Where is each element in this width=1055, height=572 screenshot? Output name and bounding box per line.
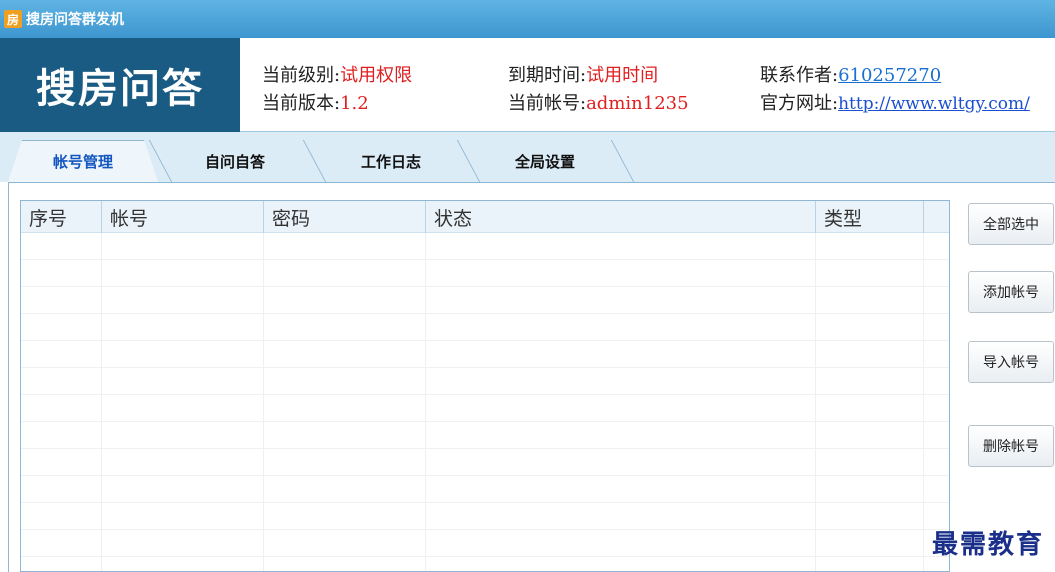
tab-global-settings[interactable]: 全局设置 <box>470 140 620 182</box>
site-label: 官方网址: <box>760 93 839 114</box>
contact-label: 联系作者: <box>760 65 839 86</box>
expire-value: 试用时间 <box>586 65 659 86</box>
level-label: 当前级别: <box>262 65 341 86</box>
site-link[interactable]: http://www.wltgy.com/ <box>838 94 1030 114</box>
contact-site-info: 联系作者:610257270 官方网址:http://www.wltgy.com… <box>760 62 1030 118</box>
watermark: 最需教育 <box>932 530 1045 560</box>
table-row[interactable] <box>21 341 949 368</box>
window-title: 搜房问答群发机 <box>26 12 124 28</box>
column-header-account[interactable]: 帐号 <box>101 201 263 233</box>
level-value: 试用权限 <box>340 65 413 86</box>
title-bar: 房 搜房问答群发机 <box>0 0 1055 38</box>
table-header: 序号 帐号 密码 状态 类型 <box>21 201 949 233</box>
table-row[interactable] <box>21 395 949 422</box>
column-header-spacer <box>923 201 949 233</box>
tab-self-qa[interactable]: 自问自答 <box>160 140 310 182</box>
version-label: 当前版本: <box>262 93 341 114</box>
select-all-button[interactable]: 全部选中 <box>968 203 1054 245</box>
contact-value[interactable]: 610257270 <box>838 65 941 86</box>
table-row[interactable] <box>21 449 949 476</box>
version-value: 1.2 <box>340 93 369 114</box>
account-value: admin1235 <box>586 93 689 114</box>
expire-account-info: 到期时间:试用时间 当前帐号:admin1235 <box>508 62 689 118</box>
table-row[interactable] <box>21 530 949 557</box>
table-row[interactable] <box>21 557 949 571</box>
table-row[interactable] <box>21 503 949 530</box>
brand-logo: 搜房问答 <box>0 38 240 132</box>
expire-label: 到期时间: <box>508 65 587 86</box>
account-label: 当前帐号: <box>508 93 587 114</box>
column-header-password[interactable]: 密码 <box>263 201 425 233</box>
table-row[interactable] <box>21 260 949 287</box>
tab-strip: 帐号管理 自问自答 工作日志 全局设置 <box>0 132 1055 182</box>
table-row[interactable] <box>21 476 949 503</box>
app-icon: 房 <box>4 10 22 28</box>
column-header-type[interactable]: 类型 <box>815 201 923 233</box>
tab-account-management[interactable]: 帐号管理 <box>8 140 158 182</box>
level-version-info: 当前级别:试用权限 当前版本:1.2 <box>262 62 412 118</box>
table-row[interactable] <box>21 233 949 260</box>
tab-work-log[interactable]: 工作日志 <box>316 140 466 182</box>
import-account-button[interactable]: 导入帐号 <box>968 341 1054 383</box>
account-table[interactable]: 序号 帐号 密码 状态 类型 <box>20 200 950 572</box>
header: 搜房问答 当前级别:试用权限 当前版本:1.2 到期时间:试用时间 当前帐号:a… <box>0 38 1055 132</box>
column-header-status[interactable]: 状态 <box>425 201 815 233</box>
table-row[interactable] <box>21 314 949 341</box>
table-row[interactable] <box>21 422 949 449</box>
delete-account-button[interactable]: 删除帐号 <box>968 425 1054 467</box>
table-row[interactable] <box>21 368 949 395</box>
table-row[interactable] <box>21 287 949 314</box>
add-account-button[interactable]: 添加帐号 <box>968 271 1054 313</box>
column-header-index[interactable]: 序号 <box>21 201 101 233</box>
